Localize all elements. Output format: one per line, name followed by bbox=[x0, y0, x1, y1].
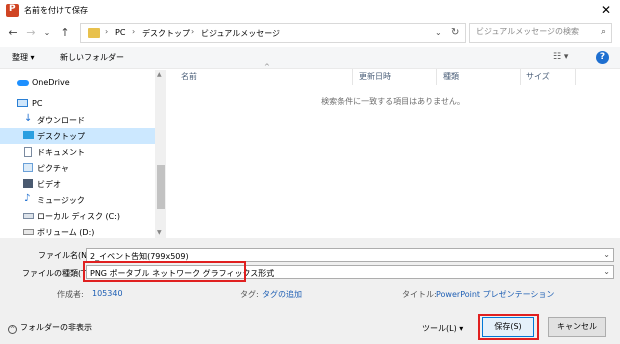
sidebar-item-label: ローカル ディスク (C:) bbox=[37, 212, 121, 221]
video-icon bbox=[23, 179, 33, 188]
sidebar-item-desktop[interactable]: デスクトップ bbox=[0, 128, 155, 144]
breadcrumb-separator[interactable]: › bbox=[132, 27, 135, 36]
recent-locations-dropdown[interactable]: ⌄ bbox=[40, 26, 54, 40]
title-label: タイトル: bbox=[402, 290, 437, 299]
scroll-down-icon[interactable]: ▼ bbox=[157, 229, 162, 236]
author-label: 作成者: bbox=[57, 290, 84, 299]
forward-button[interactable]: → bbox=[24, 26, 38, 40]
new-folder-button[interactable]: 新しいフォルダー bbox=[60, 52, 124, 63]
column-divider[interactable] bbox=[575, 69, 576, 85]
column-divider[interactable] bbox=[520, 69, 521, 85]
tags-label: タグ: bbox=[240, 290, 259, 299]
search-input[interactable] bbox=[476, 27, 591, 36]
download-icon: ↓ bbox=[24, 113, 33, 124]
powerpoint-app-icon bbox=[6, 4, 19, 17]
cloud-icon bbox=[17, 80, 29, 86]
column-header-type[interactable]: 種類 bbox=[443, 71, 459, 82]
sidebar-item-label: ドキュメント bbox=[37, 148, 85, 157]
title-bar: 名前を付けて保存 ✕ bbox=[0, 0, 620, 22]
sidebar-item-label: PC bbox=[32, 99, 43, 108]
scroll-up-icon[interactable]: ▲ bbox=[157, 71, 162, 78]
sidebar-item-downloads[interactable]: ↓ ダウンロード bbox=[0, 112, 155, 128]
sidebar-item-label: ミュージック bbox=[37, 196, 85, 205]
music-icon: ♪ bbox=[24, 193, 31, 204]
sidebar-item-pc[interactable]: PC bbox=[0, 96, 155, 112]
refresh-icon[interactable]: ↻ bbox=[451, 27, 459, 38]
hide-folders-label: フォルダーの非表示 bbox=[20, 323, 92, 332]
sidebar-item-music[interactable]: ♪ ミュージック bbox=[0, 192, 155, 208]
drive-icon bbox=[23, 229, 34, 235]
search-icon[interactable]: ⌕ bbox=[601, 27, 606, 37]
breadcrumb-separator: › bbox=[105, 27, 109, 36]
tags-value[interactable]: タグの追加 bbox=[262, 289, 302, 300]
column-divider[interactable] bbox=[352, 69, 353, 85]
command-toolbar: 整理 ▾ 新しいフォルダー ☷ ▾ ? bbox=[0, 47, 620, 69]
title-value[interactable]: PowerPoint プレゼンテーション bbox=[436, 289, 554, 300]
sidebar-item-onedrive[interactable]: OneDrive bbox=[0, 75, 155, 91]
chevron-down-icon[interactable]: ⌄ bbox=[603, 267, 610, 276]
filetype-label: ファイルの種類(T): bbox=[22, 269, 92, 278]
sidebar-item-videos[interactable]: ビデオ bbox=[0, 176, 155, 192]
desktop-icon bbox=[23, 131, 34, 139]
disk-icon bbox=[23, 213, 34, 219]
sidebar-item-local-disk[interactable]: ローカル ディスク (C:) bbox=[0, 208, 155, 224]
cancel-button[interactable]: キャンセル bbox=[548, 317, 606, 337]
address-bar[interactable]: › PC › デスクトップ › ビジュアルメッセージ ⌄ ↻ bbox=[80, 23, 466, 43]
filetype-highlight bbox=[83, 261, 246, 282]
nav-scrollbar-thumb[interactable] bbox=[157, 165, 165, 209]
column-divider[interactable] bbox=[436, 69, 437, 85]
sidebar-item-label: OneDrive bbox=[32, 78, 70, 87]
pictures-icon bbox=[23, 163, 33, 172]
up-button[interactable]: ↑ bbox=[58, 26, 72, 40]
address-dropdown-icon[interactable]: ⌄ bbox=[435, 28, 442, 37]
breadcrumb-desktop[interactable]: デスクトップ bbox=[142, 28, 190, 39]
column-header-size[interactable]: サイズ bbox=[526, 71, 550, 82]
breadcrumb-pc[interactable]: PC bbox=[115, 28, 125, 37]
breadcrumb-visual-message[interactable]: ビジュアルメッセージ bbox=[201, 28, 280, 39]
sidebar-item-label: ダウンロード bbox=[37, 116, 85, 125]
sidebar-item-label: ボリューム (D:) bbox=[37, 228, 95, 237]
search-box[interactable]: ⌕ bbox=[469, 23, 612, 43]
chevron-down-icon[interactable]: ⌄ bbox=[603, 250, 610, 259]
sidebar-item-label: ビデオ bbox=[37, 180, 61, 189]
close-button[interactable]: ✕ bbox=[596, 2, 616, 18]
filename-label: ファイル名(N): bbox=[38, 251, 93, 260]
window-title: 名前を付けて保存 bbox=[24, 6, 88, 15]
sidebar-item-label: ピクチャ bbox=[37, 164, 69, 173]
help-icon[interactable]: ? bbox=[596, 51, 609, 64]
organize-button[interactable]: 整理 ▾ bbox=[12, 52, 35, 63]
hide-folders-toggle[interactable]: ^ フォルダーの非表示 bbox=[8, 322, 92, 334]
column-header-name[interactable]: 名前 bbox=[181, 71, 197, 82]
back-button[interactable]: ← bbox=[6, 26, 20, 40]
navigation-pane: OneDrive PC ↓ ダウンロード デスクトップ ドキュメント ピクチャ … bbox=[0, 70, 157, 238]
empty-results-message: 検索条件に一致する項目はありません。 bbox=[321, 97, 465, 106]
tools-menu[interactable]: ツール(L) ▾ bbox=[422, 323, 463, 334]
column-header-modified[interactable]: 更新日時 bbox=[359, 71, 391, 82]
author-value[interactable]: 105340 bbox=[92, 289, 123, 298]
sidebar-item-documents[interactable]: ドキュメント bbox=[0, 144, 155, 160]
save-highlight bbox=[478, 314, 539, 340]
collapse-icon: ^ bbox=[8, 325, 17, 334]
breadcrumb-separator[interactable]: › bbox=[191, 27, 194, 36]
sidebar-item-pictures[interactable]: ピクチャ bbox=[0, 160, 155, 176]
view-options-icon[interactable]: ☷ ▾ bbox=[553, 52, 568, 62]
filename-field[interactable]: 2_イベント告知(799x509) ⌄ bbox=[86, 248, 614, 262]
folder-icon bbox=[88, 28, 100, 38]
nav-scrollbar[interactable] bbox=[155, 70, 166, 238]
sidebar-item-label: デスクトップ bbox=[37, 132, 85, 141]
document-icon bbox=[24, 147, 32, 157]
pc-icon bbox=[17, 99, 28, 107]
sort-caret-icon: ^ bbox=[264, 63, 270, 71]
